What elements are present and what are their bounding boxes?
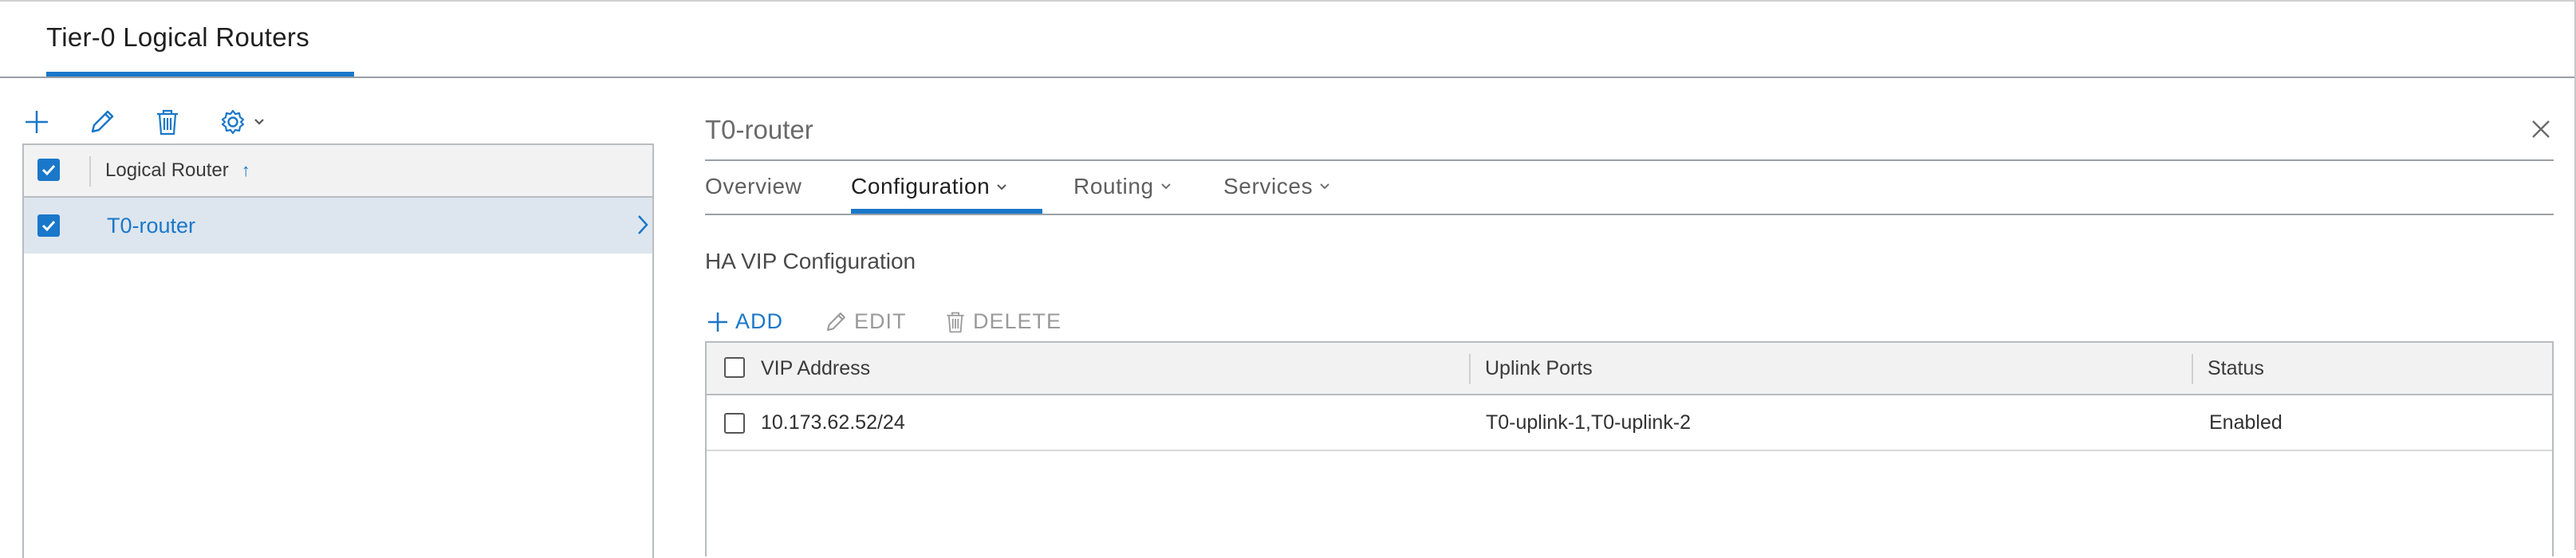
edit-button[interactable]: EDIT <box>824 309 907 334</box>
column-separator <box>1469 354 1471 384</box>
row-checkbox[interactable] <box>37 214 60 237</box>
tab-configuration[interactable]: Configuration <box>851 174 1007 199</box>
detail-title: T0-router <box>705 115 813 144</box>
row-checkbox[interactable] <box>724 413 745 434</box>
delete-button-label: DELETE <box>973 309 1062 333</box>
grid-header: Logical Router ↑ <box>24 145 652 198</box>
title-divider <box>705 159 2554 161</box>
add-button-label: ADD <box>735 309 784 333</box>
close-icon[interactable] <box>2530 118 2552 140</box>
header-divider <box>0 77 2576 78</box>
chevron-down-icon <box>1161 183 1171 190</box>
tab-routing[interactable]: Routing <box>1073 174 1172 199</box>
edit-icon[interactable] <box>86 106 118 138</box>
cell-uplink-ports: T0-uplink-1,T0-uplink-2 <box>1486 411 1692 434</box>
edit-button-label: EDIT <box>854 309 907 333</box>
vip-grid: VIP Address Uplink Ports Status 10.173.6… <box>705 341 2554 556</box>
chevron-down-icon[interactable] <box>250 106 268 138</box>
add-icon <box>708 312 727 332</box>
delete-icon[interactable] <box>152 106 183 138</box>
cell-vip-address: 10.173.62.52/24 <box>761 411 905 434</box>
column-header-vip-address[interactable]: VIP Address <box>761 357 870 380</box>
table-row[interactable]: T0-router <box>24 198 652 253</box>
tab-services[interactable]: Services <box>1223 174 1330 199</box>
edit-icon <box>826 312 845 331</box>
router-name-link[interactable]: T0-router <box>107 214 195 238</box>
tab-overview-label: Overview <box>705 174 802 198</box>
column-separator <box>2192 354 2193 384</box>
add-button[interactable]: ADD <box>707 309 783 334</box>
column-separator <box>89 156 91 187</box>
tab-configuration-label: Configuration <box>851 174 991 198</box>
column-header-status[interactable]: Status <box>2208 357 2264 380</box>
tab-tier0-logical-routers[interactable]: Tier-0 Logical Routers <box>46 22 309 53</box>
tab-routing-label: Routing <box>1073 174 1154 198</box>
tab-services-label: Services <box>1223 174 1314 198</box>
tabs-divider <box>705 214 2554 215</box>
top-border <box>0 0 2576 2</box>
select-all-checkbox[interactable] <box>37 159 60 181</box>
chevron-down-icon <box>1320 183 1329 190</box>
delete-button[interactable]: DELETE <box>944 309 1062 334</box>
table-row[interactable]: 10.173.62.52/24 T0-uplink-1,T0-uplink-2 … <box>707 395 2552 451</box>
column-header-label: Logical Router <box>105 159 229 181</box>
delete-icon <box>947 312 964 332</box>
section-title: HA VIP Configuration <box>705 249 916 273</box>
column-header-uplink-ports[interactable]: Uplink Ports <box>1485 357 1593 380</box>
add-icon[interactable] <box>21 106 53 138</box>
select-all-checkbox[interactable] <box>724 357 745 378</box>
chevron-right-icon[interactable] <box>636 214 649 236</box>
cell-status: Enabled <box>2209 411 2283 434</box>
tab-overview[interactable]: Overview <box>705 174 802 199</box>
sort-asc-icon: ↑ <box>241 160 250 180</box>
logical-router-grid: Logical Router ↑ T0-router <box>22 143 654 558</box>
column-header-logical-router[interactable]: Logical Router ↑ <box>105 159 250 182</box>
gear-icon[interactable] <box>217 106 249 138</box>
vip-grid-header: VIP Address Uplink Ports Status <box>707 343 2552 395</box>
chevron-down-icon <box>997 184 1007 191</box>
